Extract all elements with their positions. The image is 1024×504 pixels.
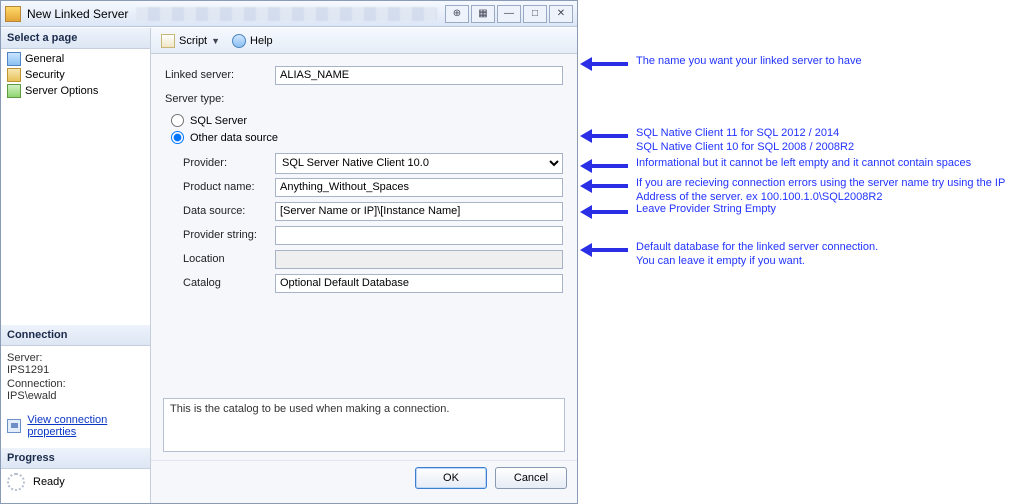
view-connection-icon <box>7 419 21 433</box>
connection-value: IPS\ewald <box>7 390 144 402</box>
view-connection-properties-link[interactable]: View connection properties <box>27 414 144 438</box>
ok-button[interactable]: OK <box>415 467 487 489</box>
catalog-input[interactable] <box>275 274 563 293</box>
radio-sql-server[interactable] <box>171 114 184 127</box>
toolbar: Script ▼ Help <box>151 28 577 54</box>
arrow-icon <box>580 158 628 174</box>
product-name-input[interactable] <box>275 178 563 197</box>
page-item-server-options[interactable]: Server Options <box>1 83 150 99</box>
page-item-label: Server Options <box>25 85 98 97</box>
catalog-label: Catalog <box>165 277 275 289</box>
window-button-aux2[interactable]: ▦ <box>471 5 495 23</box>
script-label: Script <box>179 35 207 47</box>
server-label: Server: <box>7 352 144 364</box>
annotation-provider-string: Leave Provider String Empty <box>636 202 776 216</box>
left-panel: Select a page General Security Server Op… <box>1 28 151 503</box>
annotation-catalog: Default database for the linked server c… <box>636 240 878 268</box>
linked-server-input[interactable] <box>275 66 563 85</box>
data-source-label: Data source: <box>165 205 275 217</box>
linked-server-label: Linked server: <box>165 69 275 81</box>
annotations-overlay: The name you want your linked server to … <box>580 50 1020 270</box>
help-label: Help <box>250 35 273 47</box>
arrow-icon <box>580 178 628 194</box>
help-text-box: This is the catalog to be used when maki… <box>163 398 565 452</box>
script-icon <box>161 34 175 48</box>
window-close-button[interactable]: ✕ <box>549 5 573 23</box>
progress-header: Progress <box>1 448 150 469</box>
titlebar-blurred-region <box>136 7 437 21</box>
page-item-label: Security <box>25 69 65 81</box>
data-source-input[interactable] <box>275 202 563 221</box>
titlebar[interactable]: New Linked Server ⊕ ▦ — □ ✕ <box>1 1 577 27</box>
annotation-data-source: If you are recieving connection errors u… <box>636 176 1020 204</box>
radio-other-label: Other data source <box>190 132 278 144</box>
window-maximize-button[interactable]: □ <box>523 5 547 23</box>
help-icon <box>232 34 246 48</box>
arrow-icon <box>580 204 628 220</box>
provider-select[interactable]: SQL Server Native Client 10.0 <box>275 153 563 174</box>
page-item-general[interactable]: General <box>1 51 150 67</box>
location-label: Location <box>165 253 275 265</box>
server-type-label: Server type: <box>165 93 275 105</box>
radio-other-data-source[interactable] <box>171 131 184 144</box>
product-name-label: Product name: <box>165 181 275 193</box>
script-menu[interactable]: Script ▼ <box>157 32 224 50</box>
provider-string-input[interactable] <box>275 226 563 245</box>
server-value: IPS1291 <box>7 364 144 376</box>
new-linked-server-dialog: New Linked Server ⊕ ▦ — □ ✕ Select a pag… <box>0 0 578 504</box>
page-item-security[interactable]: Security <box>1 67 150 83</box>
cancel-button[interactable]: Cancel <box>495 467 567 489</box>
app-icon <box>5 6 21 22</box>
radio-sql-server-label: SQL Server <box>190 115 247 127</box>
window-button-aux1[interactable]: ⊕ <box>445 5 469 23</box>
progress-spinner-icon <box>7 473 25 491</box>
chevron-down-icon: ▼ <box>211 36 220 46</box>
arrow-icon <box>580 128 628 144</box>
page-item-label: General <box>25 53 64 65</box>
arrow-icon <box>580 56 628 72</box>
right-panel: Script ▼ Help Linked server: Server type… <box>151 28 577 503</box>
location-input <box>275 250 563 269</box>
connection-label: Connection: <box>7 378 144 390</box>
connection-header: Connection <box>1 325 150 346</box>
annotation-linked-server: The name you want your linked server to … <box>636 54 862 68</box>
progress-state: Ready <box>33 476 65 488</box>
window-title: New Linked Server <box>27 7 128 21</box>
window-minimize-button[interactable]: — <box>497 5 521 23</box>
select-page-header: Select a page <box>1 28 150 49</box>
annotation-provider: SQL Native Client 11 for SQL 2012 / 2014… <box>636 126 854 154</box>
provider-string-label: Provider string: <box>165 229 275 241</box>
provider-label: Provider: <box>165 157 275 169</box>
page-general-icon <box>7 52 21 66</box>
page-security-icon <box>7 68 21 82</box>
help-button[interactable]: Help <box>228 32 277 50</box>
annotation-product-name: Informational but it cannot be left empt… <box>636 156 971 170</box>
arrow-icon <box>580 242 628 258</box>
page-server-options-icon <box>7 84 21 98</box>
